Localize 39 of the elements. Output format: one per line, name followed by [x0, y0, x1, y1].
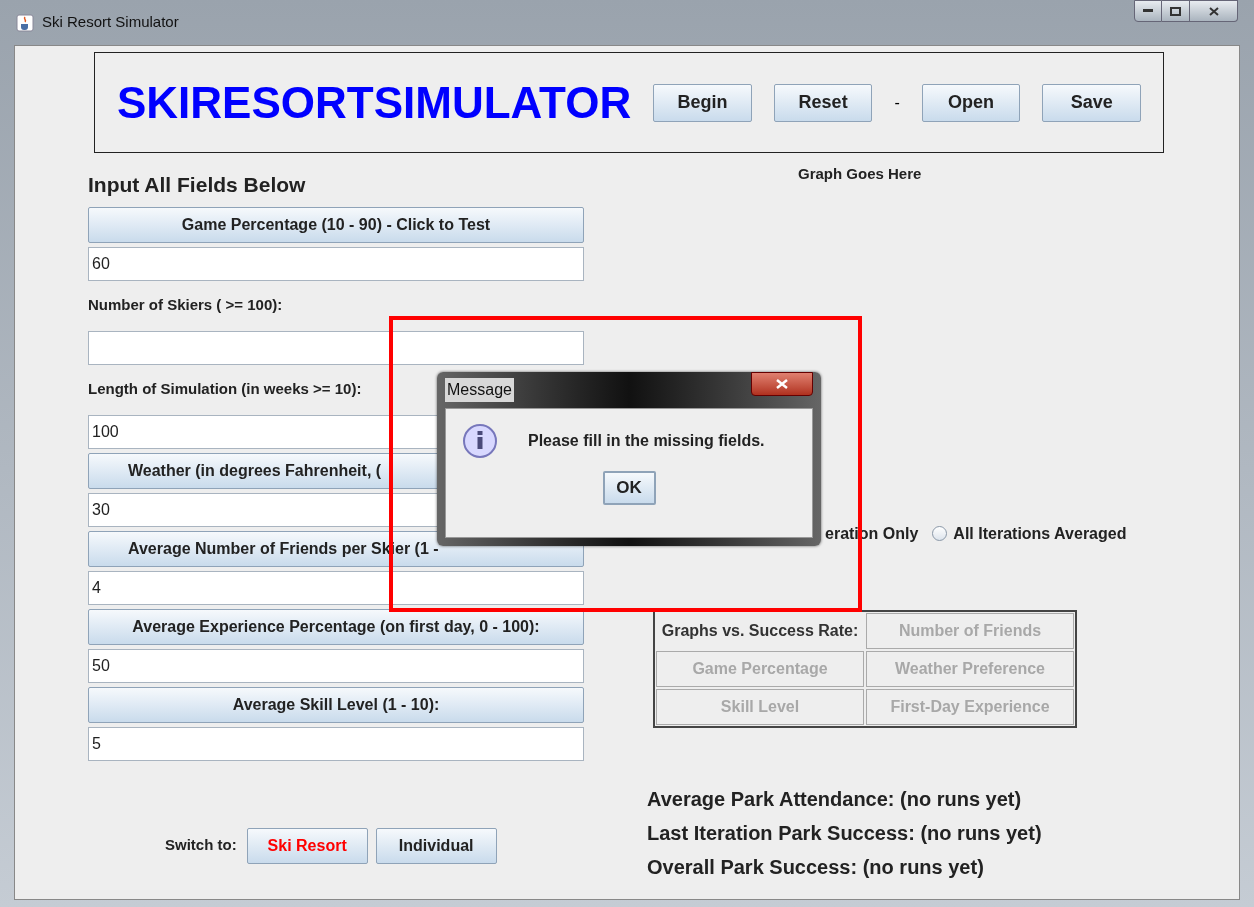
stat-text: Average Park Attendance: (no runs yet): [647, 786, 1023, 812]
stat-text: Overall Park Success: (no runs yet): [647, 854, 985, 880]
header-button[interactable]: Reset: [773, 83, 873, 122]
ok-button[interactable]: OK: [602, 471, 656, 505]
close-icon: [776, 379, 788, 389]
dialog-close-button[interactable]: [751, 372, 813, 396]
stat-text: Last Iteration Park Success: (no runs yet): [647, 820, 1043, 846]
form-heading: Input All Fields Below: [88, 172, 307, 198]
field-label: Number of Skiers ( >= 100):: [88, 295, 283, 316]
input-field[interactable]: [88, 330, 584, 365]
dialog-title: Message: [445, 378, 514, 402]
field-label: Length of Simulation (in weeks >= 10):: [88, 379, 362, 400]
app-title: SKIRESORTSIMULATOR: [117, 76, 632, 129]
maximize-button[interactable]: [1162, 0, 1190, 22]
minimize-button[interactable]: [1134, 0, 1162, 22]
minimize-icon: [1143, 9, 1153, 13]
info-icon: [462, 423, 498, 459]
graph-caption: Graph Goes Here: [798, 164, 923, 184]
grid-label: Graphs vs. Success Rate:: [661, 620, 859, 641]
close-icon: [1208, 6, 1219, 16]
input-field[interactable]: 4: [88, 570, 584, 605]
form-button[interactable]: Average Skill Level (1 - 10):: [88, 686, 584, 723]
header-button[interactable]: Open: [921, 83, 1021, 122]
header-button[interactable]: Begin: [653, 83, 752, 122]
separator-dash: -: [894, 92, 900, 113]
input-field[interactable]: 60: [88, 246, 584, 281]
input-field[interactable]: 50: [88, 648, 584, 683]
switch-label: Switch to:: [165, 835, 237, 856]
cup-icon: [16, 13, 34, 32]
form-button[interactable]: Game Percentage (10 - 90) - Click to Test: [88, 206, 584, 243]
form-button[interactable]: Average Experience Percentage (on first day, 0 - 100):: [88, 608, 584, 645]
switch-button[interactable]: Individual: [375, 827, 497, 864]
input-field[interactable]: 5: [88, 726, 584, 761]
window-title: Ski Resort Simulator: [42, 12, 179, 33]
radio-button[interactable]: [932, 526, 948, 541]
radio-option[interactable]: All Iterations Averaged: [932, 521, 1127, 546]
header-button[interactable]: Save: [1042, 83, 1141, 122]
maximize-icon: [1170, 6, 1181, 16]
close-button[interactable]: [1190, 0, 1238, 22]
